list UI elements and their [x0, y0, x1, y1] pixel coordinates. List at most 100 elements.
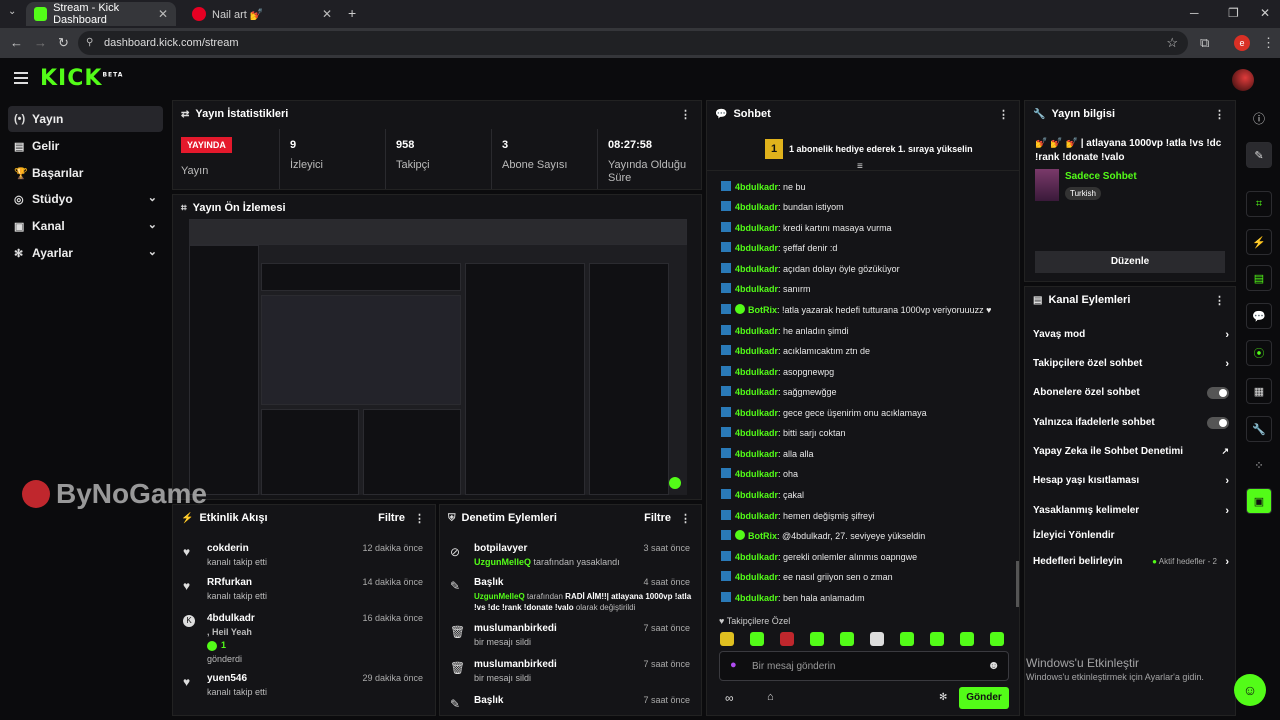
reload-icon[interactable]: ↻ [58, 35, 69, 51]
broadcast-icon[interactable]: ⦿ [1246, 340, 1272, 366]
item-name[interactable]: muslumanbirkedi [474, 659, 557, 670]
emote-icon[interactable] [810, 632, 824, 646]
tag-pill[interactable]: Turkish [1065, 187, 1101, 200]
chat-message[interactable]: 4bdulkadr: alla alla [721, 448, 814, 459]
item-name[interactable]: RRfurkan [207, 577, 252, 588]
emoji-icon[interactable]: ☻ [987, 658, 1000, 672]
emote-icon[interactable] [960, 632, 974, 646]
tab-search-icon[interactable]: ⌄ [8, 6, 16, 17]
chat-message[interactable]: 4bdulkadr: bundan istiyom [721, 201, 844, 212]
chat-username[interactable]: 4bdulkadr [735, 469, 778, 479]
apps-icon[interactable]: ⁘ [1246, 452, 1272, 478]
action-set-goals[interactable]: Hedefleri belirleyin ● Aktif hedefler - 2… [1033, 556, 1229, 568]
forward-icon[interactable]: → [34, 35, 47, 50]
chat-username[interactable]: 4bdulkadr [735, 572, 778, 582]
chevron-down-icon[interactable]: ⌄ [148, 218, 157, 231]
chat-message[interactable]: 4bdulkadr: çakal [721, 489, 804, 500]
category-name[interactable]: Sadece Sohbet [1065, 171, 1137, 182]
more-options-icon[interactable]: ⋮ [1214, 294, 1225, 307]
menu-icon[interactable] [14, 72, 28, 84]
chat-settings-icon[interactable]: ✻ [939, 692, 947, 703]
chat-username[interactable]: 4bdulkadr [735, 223, 778, 233]
chat-message[interactable]: 4bdulkadr: hemen değişmiş şifreyi [721, 510, 875, 521]
chat-message[interactable]: 4bdulkadr: sanırm [721, 283, 811, 294]
chat-message[interactable]: 4bdulkadr: acıklamıcaktım ztn de [721, 345, 870, 356]
kick-logo[interactable]: KICKBETA [40, 66, 123, 91]
subscribers-only-toggle[interactable] [1207, 387, 1229, 399]
chat-message[interactable]: 4bdulkadr: ne bu [721, 181, 806, 192]
profile-button[interactable]: e [1234, 35, 1250, 51]
emote-icon[interactable] [870, 632, 884, 646]
sidebar-item-yayin[interactable]: (•) Yayın [8, 106, 163, 132]
extension-tile-icon[interactable]: ▣ [1246, 488, 1272, 514]
emote-icon[interactable] [900, 632, 914, 646]
chat-message[interactable]: 4bdulkadr: sağgmewğge [721, 386, 837, 397]
chat-username[interactable]: 4bdulkadr [735, 326, 778, 336]
extensions-icon[interactable]: ⧉ [1200, 35, 1209, 51]
emote-icon[interactable] [930, 632, 944, 646]
back-icon[interactable]: ← [10, 35, 23, 50]
chat-message[interactable]: 4bdulkadr: bitti sarjı coktan [721, 427, 846, 438]
store-icon[interactable]: ⌂ [767, 691, 774, 703]
chat-username[interactable]: BotRix [748, 531, 777, 541]
chat-message[interactable]: 4bdulkadr: asopgnewpg [721, 366, 834, 377]
chat-message[interactable]: 4bdulkadr: kredi kartını masaya vurma [721, 222, 892, 233]
item-name[interactable]: cokderin [207, 543, 249, 554]
chat-username[interactable]: 4bdulkadr [735, 202, 778, 212]
support-chat-button[interactable]: ☺ [1234, 674, 1266, 706]
emotes-only-toggle[interactable] [1207, 417, 1229, 429]
send-button[interactable]: Gönder [959, 687, 1009, 709]
browser-menu-icon[interactable]: ⋮ [1262, 35, 1275, 51]
notes-icon[interactable]: ▤ [1246, 265, 1272, 291]
microphone-icon[interactable]: ● [730, 659, 737, 671]
clip-icon[interactable]: ⌗ [1246, 191, 1272, 217]
action-slow-mode[interactable]: Yavaş mod › [1033, 329, 1229, 341]
chat-username[interactable]: 4bdulkadr [735, 346, 778, 356]
chat-input[interactable]: ● Bir mesaj gönderin ☻ [719, 651, 1009, 681]
chat-username[interactable]: 4bdulkadr [735, 449, 778, 459]
action-ai-moderation[interactable]: Yapay Zeka ile Sohbet Denetimi ↗ [1033, 446, 1229, 457]
chat-message[interactable]: 4bdulkadr: gece gece üşenirim onu acıkla… [721, 407, 927, 418]
chat-username[interactable]: 4bdulkadr [735, 387, 778, 397]
chat-username[interactable]: 4bdulkadr [735, 243, 778, 253]
chat-username[interactable]: 4bdulkadr [735, 552, 778, 562]
action-banned-words[interactable]: Yasaklanmış kelimeler › [1033, 505, 1229, 517]
more-options-icon[interactable]: ⋮ [998, 108, 1009, 121]
chat-message[interactable]: BotRix: !atla yazarak hedefi tutturana 1… [721, 304, 991, 315]
info-icon[interactable]: ⓘ [1253, 110, 1265, 127]
user-avatar[interactable] [1232, 69, 1254, 91]
item-name[interactable]: botpilavyer [474, 543, 527, 554]
emote-icon[interactable] [990, 632, 1004, 646]
more-options-icon[interactable]: ⋮ [414, 512, 425, 525]
tab-close-icon[interactable]: ✕ [158, 7, 168, 21]
chevron-down-icon[interactable]: ⌄ [148, 191, 157, 204]
window-close-button[interactable]: ✕ [1260, 6, 1270, 20]
sidebar-item-ayarlar[interactable]: ✻ Ayarlar ⌄ [8, 240, 163, 266]
chat-username[interactable]: 4bdulkadr [735, 428, 778, 438]
chat-username[interactable]: 4bdulkadr [735, 593, 778, 603]
tab-close-icon[interactable]: ✕ [322, 7, 332, 21]
maximize-button[interactable]: ❐ [1228, 6, 1239, 20]
url-field[interactable]: ⚲ dashboard.kick.com/stream ☆ [78, 31, 1188, 55]
action-emotes-only[interactable]: Yalnızca ifadelerle sohbet [1033, 417, 1229, 429]
edit-button[interactable]: Düzenle [1035, 251, 1225, 273]
chat-username[interactable]: 4bdulkadr [735, 408, 778, 418]
moderator-name[interactable]: UzgunMelleQ [474, 592, 525, 601]
lightning-icon[interactable]: ⚡ [1246, 229, 1272, 255]
more-options-icon[interactable]: ⋮ [680, 108, 691, 121]
site-info-icon[interactable]: ⚲ [86, 31, 93, 55]
item-name[interactable]: 4bdulkadr [207, 613, 255, 624]
sidebar-item-gelir[interactable]: ▤ Gelir [8, 133, 163, 159]
chat-username[interactable]: 4bdulkadr [735, 264, 778, 274]
emote-icon[interactable] [750, 632, 764, 646]
chat-message[interactable]: 4bdulkadr: oha [721, 468, 798, 479]
more-options-icon[interactable]: ⋮ [680, 512, 691, 525]
action-account-age[interactable]: Hesap yaşı kısıtlaması › [1033, 475, 1229, 487]
emote-icon[interactable] [780, 632, 794, 646]
pinned-gift-banner[interactable]: 1 1 abonelik hediye ederek 1. sıraya yük… [707, 131, 1019, 172]
chat-username[interactable]: 4bdulkadr [735, 490, 778, 500]
edit-icon[interactable]: ✎ [1246, 142, 1272, 168]
chat-message[interactable]: 4bdulkadr: ee nasıl griiyon sen o zman [721, 571, 893, 582]
chat-username[interactable]: 4bdulkadr [735, 511, 778, 521]
tab-nail-art[interactable]: Nail art 💅 ✕ [184, 2, 340, 26]
